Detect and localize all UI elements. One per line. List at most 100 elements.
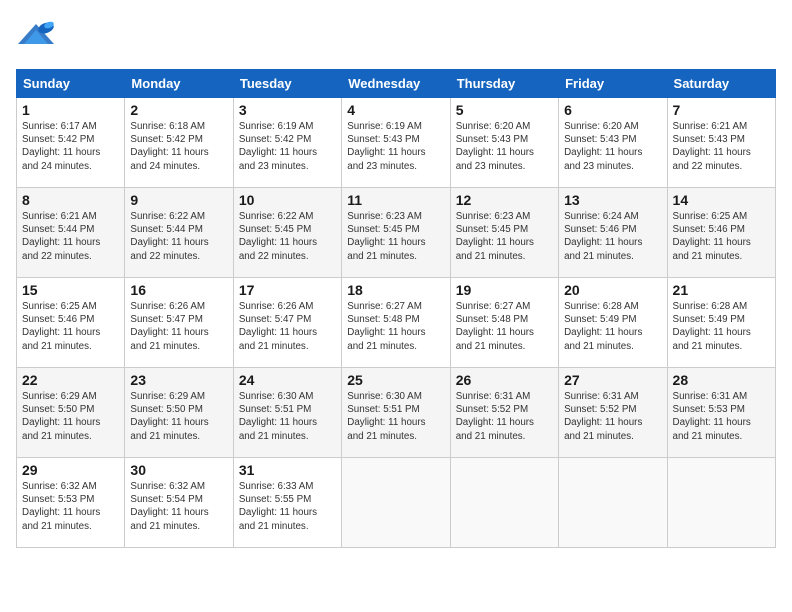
day-info: Sunrise: 6:29 AM Sunset: 5:50 PM Dayligh… [130,390,227,443]
calendar-cell: 28Sunrise: 6:31 AM Sunset: 5:53 PM Dayli… [667,368,775,458]
day-number: 30 [130,462,227,478]
day-info: Sunrise: 6:30 AM Sunset: 5:51 PM Dayligh… [239,390,336,443]
calendar-cell [450,458,558,548]
day-info: Sunrise: 6:32 AM Sunset: 5:54 PM Dayligh… [130,480,227,533]
day-number: 21 [673,282,770,298]
calendar-cell [559,458,667,548]
day-number: 17 [239,282,336,298]
day-number: 11 [347,192,444,208]
calendar-cell: 15 Sunrise: 6:25 AM Sunset: 5:46 PM Dayli… [17,278,125,368]
calendar-cell: 17Sunrise: 6:26 AM Sunset: 5:47 PM Dayli… [233,278,341,368]
calendar-week-2: 8 Sunrise: 6:21 AM Sunset: 5:44 PM Daylig… [17,188,776,278]
day-number: 10 [239,192,336,208]
calendar-cell: 30 Sunrise: 6:32 AM Sunset: 5:54 PM Dayli… [125,458,233,548]
day-info: Sunrise: 6:22 AM Sunset: 5:45 PM Dayligh… [239,210,336,263]
calendar-cell: 3Sunrise: 6:19 AM Sunset: 5:42 PM Daylig… [233,98,341,188]
day-number: 29 [22,462,119,478]
day-info: Sunrise: 6:33 AM Sunset: 5:55 PM Dayligh… [239,480,336,533]
calendar-cell: 12 Sunrise: 6:23 AM Sunset: 5:45 PM Dayli… [450,188,558,278]
day-info: Sunrise: 6:28 AM Sunset: 5:49 PM Dayligh… [673,300,770,353]
calendar-cell [342,458,450,548]
day-info: Sunrise: 6:22 AM Sunset: 5:44 PM Dayligh… [130,210,227,263]
day-number: 22 [22,372,119,388]
calendar-week-4: 22 Sunrise: 6:29 AM Sunset: 5:50 PM Dayli… [17,368,776,458]
day-info: Sunrise: 6:25 AM Sunset: 5:46 PM Dayligh… [673,210,770,263]
calendar-cell: 29 Sunrise: 6:32 AM Sunset: 5:53 PM Dayli… [17,458,125,548]
day-info: Sunrise: 6:27 AM Sunset: 5:48 PM Dayligh… [347,300,444,353]
calendar: SundayMondayTuesdayWednesdayThursdayFrid… [16,69,776,548]
calendar-week-1: 1Sunrise: 6:17 AM Sunset: 5:42 PM Daylig… [17,98,776,188]
day-info: Sunrise: 6:21 AM Sunset: 5:43 PM Dayligh… [673,120,770,173]
day-number: 16 [130,282,227,298]
header [16,16,776,61]
calendar-cell: 27 Sunrise: 6:31 AM Sunset: 5:52 PM Dayli… [559,368,667,458]
calendar-cell [667,458,775,548]
calendar-cell: 18 Sunrise: 6:27 AM Sunset: 5:48 PM Dayli… [342,278,450,368]
day-number: 26 [456,372,553,388]
day-number: 14 [673,192,770,208]
calendar-cell: 4 Sunrise: 6:19 AM Sunset: 5:43 PM Daylig… [342,98,450,188]
day-info: Sunrise: 6:20 AM Sunset: 5:43 PM Dayligh… [456,120,553,173]
calendar-week-5: 29 Sunrise: 6:32 AM Sunset: 5:53 PM Dayli… [17,458,776,548]
calendar-cell: 20 Sunrise: 6:28 AM Sunset: 5:49 PM Dayli… [559,278,667,368]
day-number: 23 [130,372,227,388]
calendar-cell: 22 Sunrise: 6:29 AM Sunset: 5:50 PM Dayli… [17,368,125,458]
logo [16,16,60,61]
day-info: Sunrise: 6:28 AM Sunset: 5:49 PM Dayligh… [564,300,661,353]
day-number: 28 [673,372,770,388]
day-header-sunday: Sunday [17,70,125,98]
day-info: Sunrise: 6:31 AM Sunset: 5:52 PM Dayligh… [564,390,661,443]
calendar-cell: 14 Sunrise: 6:25 AM Sunset: 5:46 PM Dayli… [667,188,775,278]
day-number: 4 [347,102,444,118]
day-info: Sunrise: 6:31 AM Sunset: 5:52 PM Dayligh… [456,390,553,443]
day-header-wednesday: Wednesday [342,70,450,98]
day-number: 25 [347,372,444,388]
calendar-cell: 8 Sunrise: 6:21 AM Sunset: 5:44 PM Daylig… [17,188,125,278]
logo-icon [16,16,56,61]
calendar-cell: 23 Sunrise: 6:29 AM Sunset: 5:50 PM Dayli… [125,368,233,458]
day-info: Sunrise: 6:24 AM Sunset: 5:46 PM Dayligh… [564,210,661,263]
calendar-cell: 21 Sunrise: 6:28 AM Sunset: 5:49 PM Dayli… [667,278,775,368]
day-number: 20 [564,282,661,298]
day-number: 18 [347,282,444,298]
day-header-friday: Friday [559,70,667,98]
calendar-week-3: 15 Sunrise: 6:25 AM Sunset: 5:46 PM Dayli… [17,278,776,368]
day-header-monday: Monday [125,70,233,98]
day-number: 9 [130,192,227,208]
day-number: 15 [22,282,119,298]
day-number: 7 [673,102,770,118]
day-info: Sunrise: 6:19 AM Sunset: 5:43 PM Dayligh… [347,120,444,173]
day-number: 8 [22,192,119,208]
calendar-cell: 9 Sunrise: 6:22 AM Sunset: 5:44 PM Daylig… [125,188,233,278]
calendar-cell: 16 Sunrise: 6:26 AM Sunset: 5:47 PM Dayli… [125,278,233,368]
day-info: Sunrise: 6:26 AM Sunset: 5:47 PM Dayligh… [130,300,227,353]
calendar-cell: 25 Sunrise: 6:30 AM Sunset: 5:51 PM Dayli… [342,368,450,458]
day-header-tuesday: Tuesday [233,70,341,98]
day-info: Sunrise: 6:23 AM Sunset: 5:45 PM Dayligh… [456,210,553,263]
calendar-cell: 11 Sunrise: 6:23 AM Sunset: 5:45 PM Dayli… [342,188,450,278]
day-info: Sunrise: 6:20 AM Sunset: 5:43 PM Dayligh… [564,120,661,173]
day-number: 2 [130,102,227,118]
day-number: 1 [22,102,119,118]
day-info: Sunrise: 6:21 AM Sunset: 5:44 PM Dayligh… [22,210,119,263]
day-info: Sunrise: 6:27 AM Sunset: 5:48 PM Dayligh… [456,300,553,353]
day-info: Sunrise: 6:18 AM Sunset: 5:42 PM Dayligh… [130,120,227,173]
day-info: Sunrise: 6:25 AM Sunset: 5:46 PM Dayligh… [22,300,119,353]
day-number: 24 [239,372,336,388]
calendar-cell: 5 Sunrise: 6:20 AM Sunset: 5:43 PM Daylig… [450,98,558,188]
day-info: Sunrise: 6:30 AM Sunset: 5:51 PM Dayligh… [347,390,444,443]
calendar-cell: 1Sunrise: 6:17 AM Sunset: 5:42 PM Daylig… [17,98,125,188]
day-number: 12 [456,192,553,208]
calendar-cell: 26 Sunrise: 6:31 AM Sunset: 5:52 PM Dayli… [450,368,558,458]
calendar-cell: 19Sunrise: 6:27 AM Sunset: 5:48 PM Dayli… [450,278,558,368]
day-number: 5 [456,102,553,118]
calendar-cell: 2 Sunrise: 6:18 AM Sunset: 5:42 PM Daylig… [125,98,233,188]
calendar-cell: 10 Sunrise: 6:22 AM Sunset: 5:45 PM Dayli… [233,188,341,278]
calendar-body: 1Sunrise: 6:17 AM Sunset: 5:42 PM Daylig… [17,98,776,548]
day-header-saturday: Saturday [667,70,775,98]
day-info: Sunrise: 6:23 AM Sunset: 5:45 PM Dayligh… [347,210,444,263]
day-number: 27 [564,372,661,388]
day-number: 3 [239,102,336,118]
day-info: Sunrise: 6:29 AM Sunset: 5:50 PM Dayligh… [22,390,119,443]
day-info: Sunrise: 6:32 AM Sunset: 5:53 PM Dayligh… [22,480,119,533]
